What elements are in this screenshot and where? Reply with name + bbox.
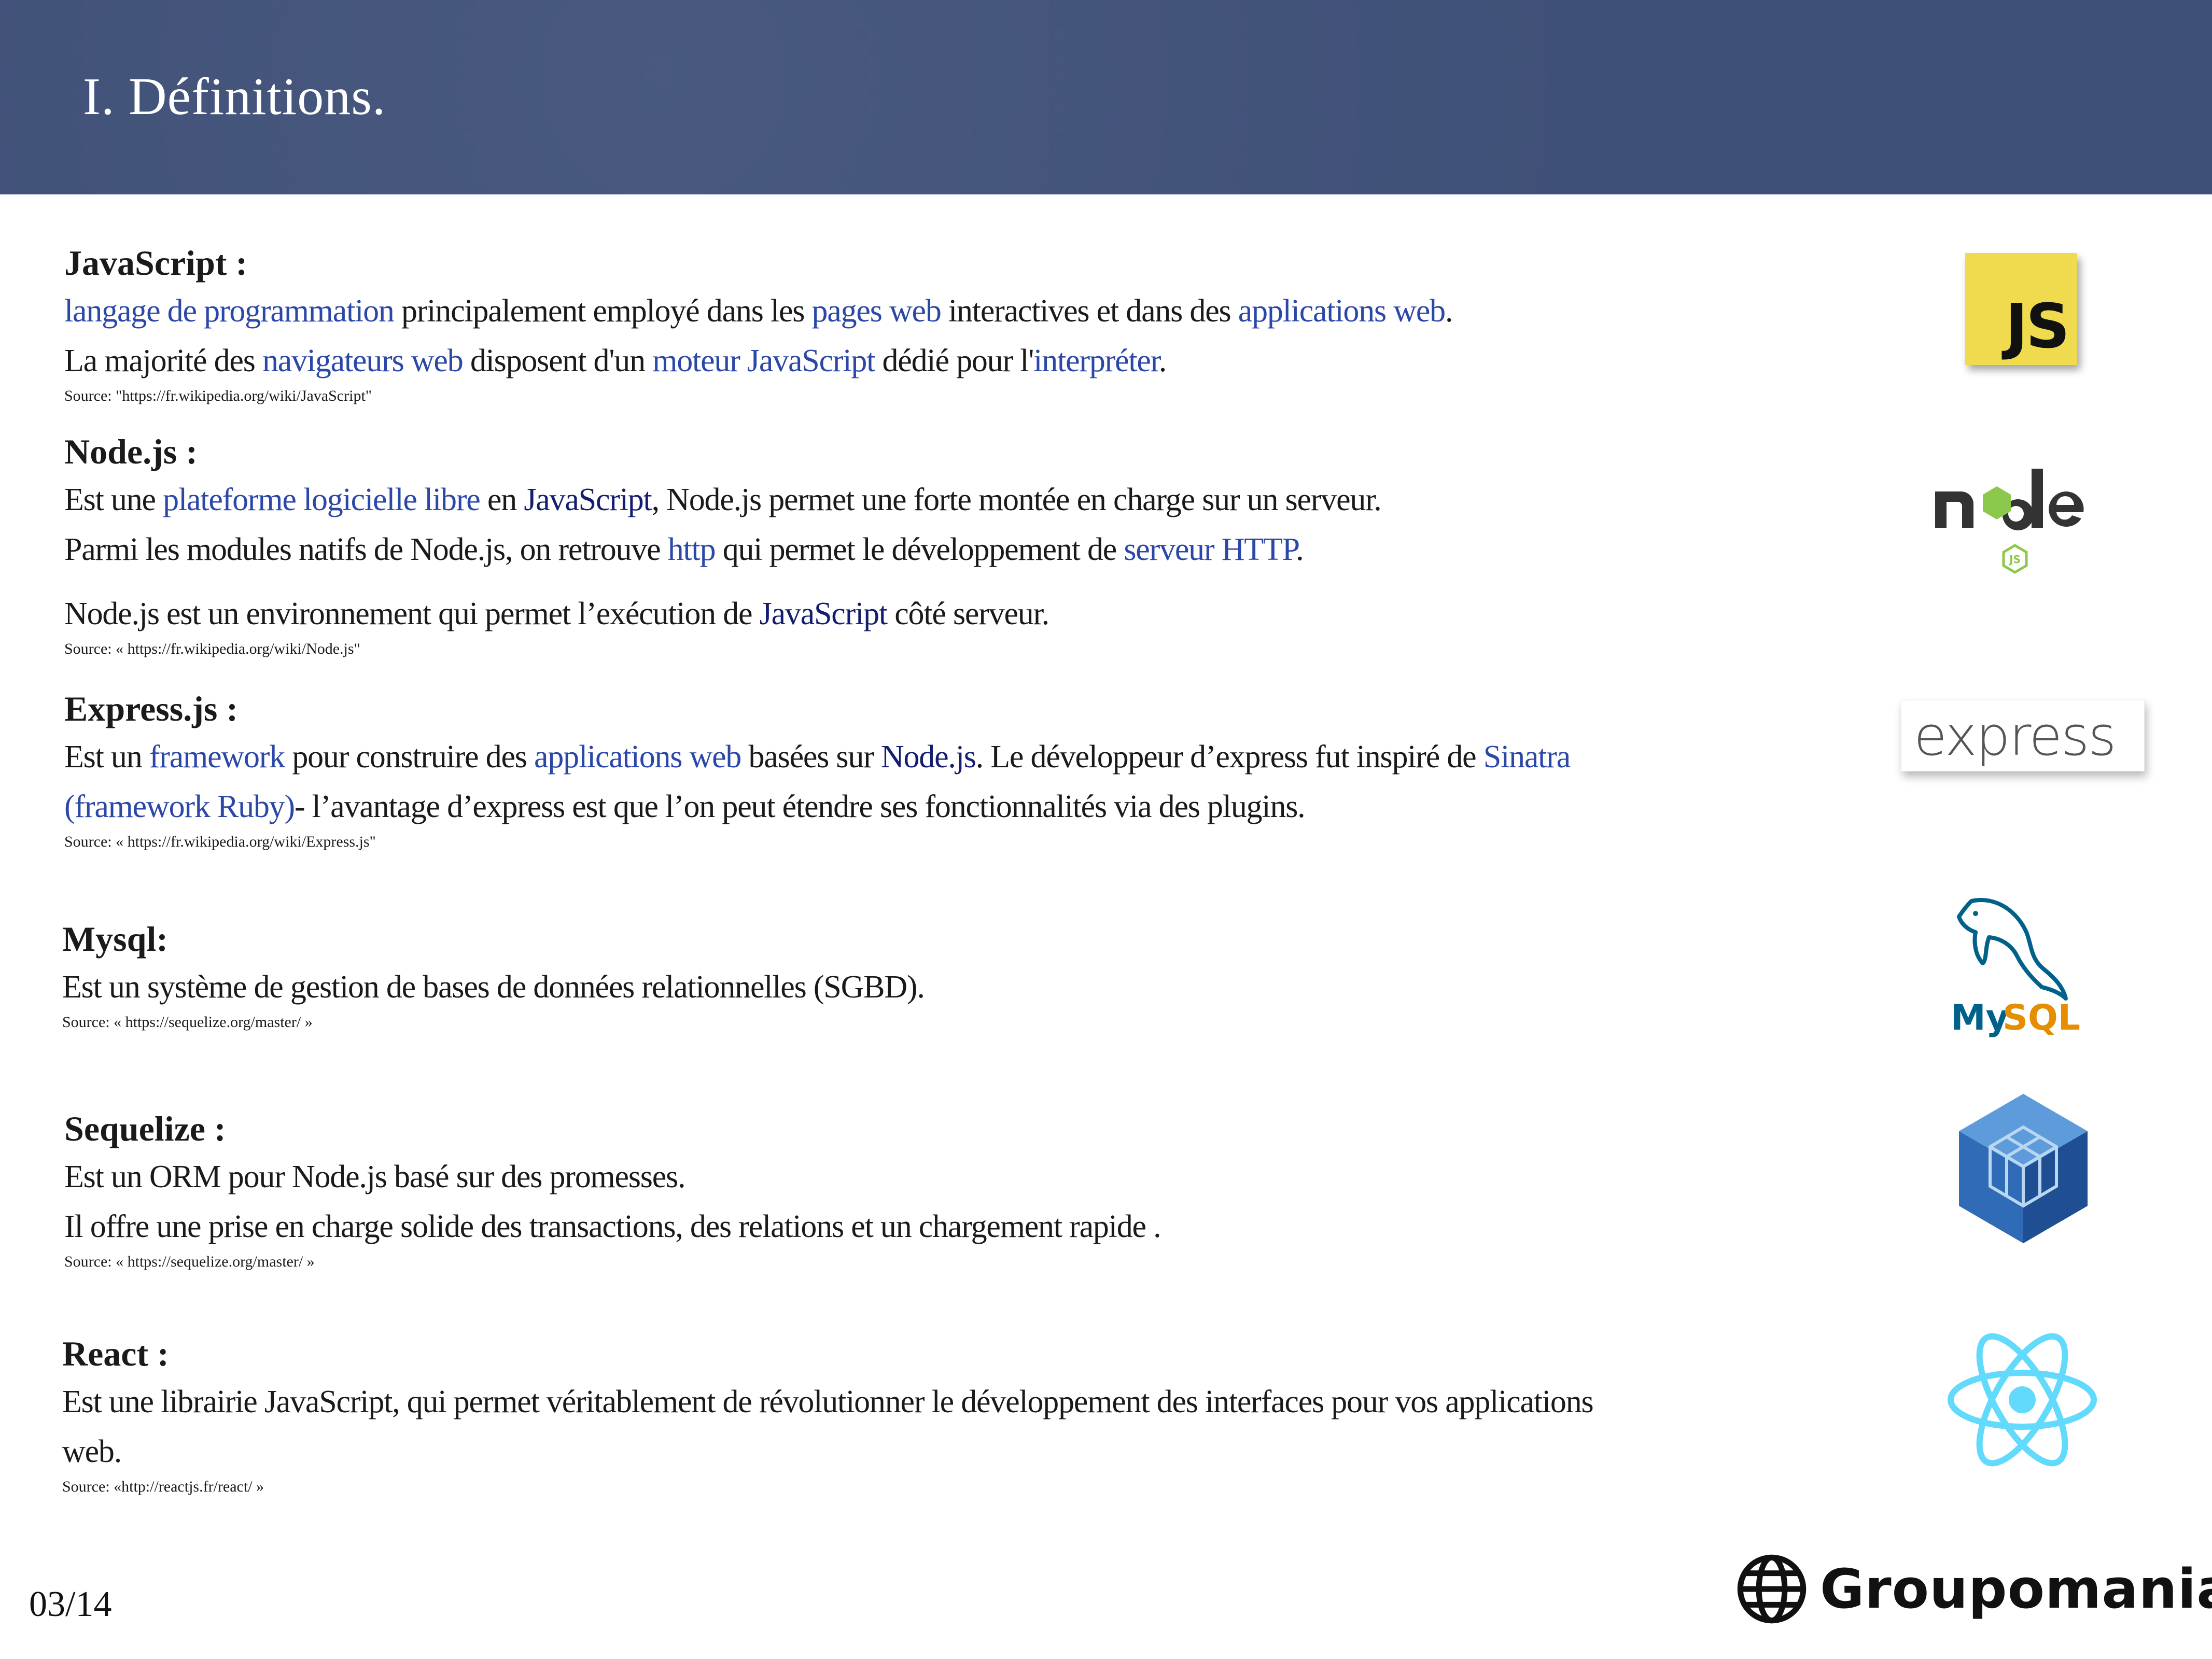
text-run: . — [1158, 343, 1167, 378]
brand-logo: Groupomania — [1736, 1553, 2212, 1625]
nodejs-logo: JS — [1932, 461, 2108, 575]
text-run: . Le développeur d’express fut inspiré d… — [975, 739, 1483, 775]
text-run: qui permet le développement de — [715, 532, 1124, 567]
text-line: web. — [62, 1427, 1753, 1477]
hyperlink[interactable]: serveur HTTP — [1124, 532, 1296, 567]
text-run: Est un ORM pour Node.js basé sur des pro… — [64, 1159, 685, 1194]
text-run: Node.js est un environnement qui permet … — [64, 596, 760, 631]
sequelize-logo — [1955, 1091, 2092, 1246]
nodejs-logo-sub: JS — [2008, 553, 2021, 566]
text-line: Parmi les modules natifs de Node.js, on … — [64, 525, 1755, 574]
hyperlink[interactable]: langage de programmation — [64, 293, 395, 329]
page-number: 03/14 — [29, 1584, 112, 1624]
source-citation: Source: « https://sequelize.org/master/ … — [64, 1253, 315, 1270]
mysql-dolphin-icon: My SQL — [1951, 898, 2080, 1038]
text-run: Est un système de gestion de bases de do… — [62, 969, 925, 1005]
hyperlink[interactable]: (framework Ruby) — [64, 789, 295, 824]
source-citation: Source: «http://reactjs.fr/react/ » — [62, 1478, 264, 1495]
text-run: pour construire des — [285, 739, 535, 775]
text-line: Node.js est un environnement qui permet … — [64, 589, 1755, 639]
section-express: Express.js : Est un framework pour const… — [64, 685, 1755, 852]
slide-title: I. Définitions. — [83, 67, 386, 126]
globe-icon — [1737, 1554, 1807, 1624]
hyperlink[interactable]: interpréter — [1033, 343, 1159, 378]
text-run: basées sur — [741, 739, 881, 775]
express-logo: express — [1901, 700, 2145, 771]
sequelize-cube-icon — [1959, 1094, 2088, 1243]
text-line: Est un système de gestion de bases de do… — [62, 962, 1753, 1012]
hyperlink[interactable]: plateforme logicielle libre — [163, 482, 481, 517]
section-heading: Mysql: — [62, 919, 169, 959]
mysql-logo-sql: SQL — [2003, 997, 2080, 1038]
section-mysql: Mysql: Est un système de gestion de base… — [62, 916, 1753, 1033]
text-run: , Node.js permet une forte montée en cha… — [651, 482, 1382, 517]
section-heading: Node.js : — [64, 432, 198, 471]
source-citation: Source: « https://fr.wikipedia.org/wiki/… — [64, 640, 360, 657]
section-heading: Sequelize : — [64, 1109, 226, 1148]
hyperlink[interactable]: moteur JavaScript — [652, 343, 875, 378]
hyperlink[interactable]: applications web — [1238, 293, 1446, 329]
text-run: Il offre une prise en charge solide des … — [64, 1209, 1161, 1244]
mysql-logo-my: My — [1951, 997, 2009, 1038]
hyperlink[interactable]: Node.js — [881, 739, 976, 775]
text-line: Est un ORM pour Node.js basé sur des pro… — [64, 1152, 1755, 1202]
brand-name: Groupomania — [1820, 1557, 2212, 1621]
text-line: Est une librairie JavaScript, qui permet… — [62, 1377, 1753, 1427]
section-heading: JavaScript : — [64, 243, 248, 283]
section-heading: React : — [62, 1334, 169, 1373]
nodejs-logo-graphic: JS — [1935, 469, 2084, 574]
hyperlink[interactable]: applications web — [534, 739, 741, 775]
text-run: Est une — [64, 482, 163, 517]
hyperlink[interactable]: navigateurs web — [262, 343, 464, 378]
javascript-logo-text: JS — [2005, 290, 2070, 362]
source-citation: Source: « https://sequelize.org/master/ … — [62, 1014, 313, 1031]
hyperlink[interactable]: JavaScript — [524, 482, 652, 517]
text-line: Il offre une prise en charge solide des … — [64, 1202, 1755, 1252]
section-javascript: JavaScript : langage de programmation pr… — [64, 240, 1755, 406]
source-citation: Source: "https://fr.wikipedia.org/wiki/J… — [64, 387, 372, 404]
text-run: Est une librairie JavaScript, qui permet… — [62, 1384, 1594, 1419]
text-run: Parmi les modules natifs de Node.js, on … — [64, 532, 668, 567]
text-run: - l’avantage d’express est que l’on peut… — [294, 789, 1306, 824]
text-line: Est une plateforme logicielle libre en J… — [64, 475, 1755, 525]
text-run: Est un — [64, 739, 149, 775]
title-bar: I. Définitions. — [0, 0, 2212, 194]
express-logo-text: express — [1914, 705, 2117, 768]
text-run: . — [1296, 532, 1304, 567]
text-run: dédié pour l' — [875, 343, 1034, 378]
hyperlink[interactable]: http — [668, 532, 716, 567]
text-run: interactives et dans des — [941, 293, 1238, 329]
text-run: côté serveur. — [887, 596, 1049, 631]
section-nodejs: Node.js : Est une plateforme logicielle … — [64, 428, 1755, 659]
text-run: disposent d'un — [463, 343, 653, 378]
text-line: La majorité des navigateurs web disposen… — [64, 336, 1755, 386]
hyperlink[interactable]: framework — [149, 739, 285, 775]
text-line: Est un framework pour construire des app… — [64, 732, 1755, 782]
text-line: (framework Ruby)- l’avantage d’express e… — [64, 782, 1755, 832]
section-sequelize: Sequelize : Est un ORM pour Node.js basé… — [64, 1105, 1755, 1272]
text-run: web. — [62, 1434, 122, 1469]
javascript-logo: JS — [1965, 253, 2077, 365]
text-run: . — [1445, 293, 1453, 329]
hyperlink[interactable]: Sinatra — [1483, 739, 1571, 775]
source-citation: Source: « https://fr.wikipedia.org/wiki/… — [64, 833, 376, 850]
section-react: React : Est une librairie JavaScript, qu… — [62, 1330, 1753, 1497]
text-run: principalement employé dans les — [394, 293, 812, 329]
section-heading: Express.js : — [64, 689, 238, 728]
hyperlink[interactable]: pages web — [812, 293, 942, 329]
mysql-logo: My SQL — [1939, 891, 2105, 1046]
react-logo — [1944, 1327, 2100, 1472]
hyperlink[interactable]: JavaScript — [760, 596, 888, 631]
text-line: langage de programmation principalement … — [64, 286, 1755, 336]
text-run: La majorité des — [64, 343, 262, 378]
react-atom-icon — [1948, 1333, 2097, 1467]
text-run: en — [480, 482, 524, 517]
